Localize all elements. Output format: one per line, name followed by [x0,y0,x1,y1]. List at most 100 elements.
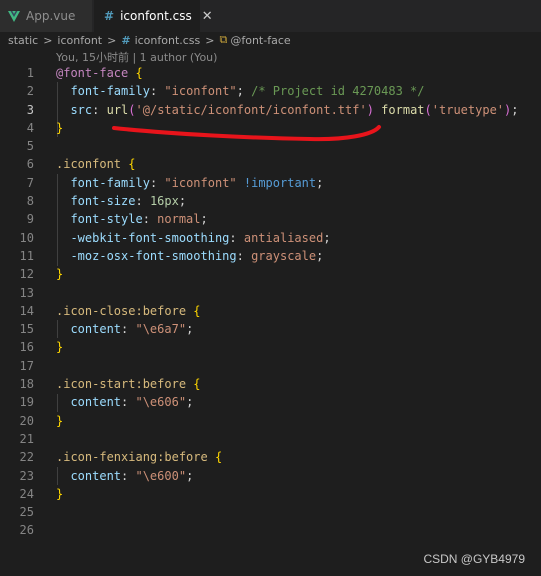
css-value: 'truetype' [431,102,505,117]
breadcrumb-separator: > [205,33,215,47]
breadcrumb: static > iconfont > # iconfont.css > ⧉ @… [0,32,541,48]
css-hash-icon: # [104,9,115,23]
line-number: 15 [19,322,34,337]
brace: { [135,66,143,80]
css-property: font-size [70,194,136,209]
line-number: 13 [19,285,34,300]
code-line: 22 .icon-fenxiang:before { [0,448,541,466]
line-number: 22 [19,450,34,465]
code-line: 7 font-family: "iconfont" !important; [0,174,541,192]
brace: } [56,267,64,282]
line-number: 5 [26,139,34,154]
tab-label: iconfont.css [120,9,192,23]
css-property: font-family [70,175,150,190]
comment: /* Project id 4270483 */ [251,84,425,99]
at-rule: @font-face [56,66,129,80]
line-number: 24 [19,486,34,501]
breadcrumb-separator: > [107,33,117,47]
line-number: 25 [19,505,34,520]
css-value: "\e6a7" [135,322,187,337]
css-property: -webkit-font-smoothing [70,230,230,245]
line-number: 7 [26,175,34,190]
vue-icon [8,10,20,22]
line-number: 18 [19,377,34,392]
code-line: 17 [0,357,541,375]
css-function: format [381,102,425,117]
line-number: 8 [26,194,34,209]
line-number: 26 [19,523,34,538]
code-editor[interactable]: 1 @font-face { 2 font-family: "iconfont";… [0,64,541,540]
code-line: 13 [0,284,541,302]
watermark: CSDN @GYB4979 [423,552,525,566]
code-line: 19 content: "\e606"; [0,393,541,411]
line-number: 17 [19,358,34,373]
code-line: 18 .icon-start:before { [0,375,541,393]
line-number: 21 [19,431,34,446]
code-line: 5 [0,137,541,155]
tab-app-vue[interactable]: App.vue [0,0,92,32]
brace: { [193,377,201,392]
code-line: 20} [0,412,541,430]
line-number: 16 [19,340,34,355]
blame-codelens[interactable]: You, 15小时前 | 1 author (You) [56,49,217,65]
code-line: 23 content: "\e600"; [0,467,541,485]
line-number: 20 [19,413,34,428]
brace: } [56,413,64,428]
line-number: 3 [26,102,34,117]
line-number: 19 [19,395,34,410]
code-line: 1 @font-face { [0,64,541,82]
css-selector: .icon-fenxiang:before [56,450,208,465]
css-value: "iconfont" [164,84,237,99]
line-number: 23 [19,468,34,483]
css-value: '@/static/iconfont/iconfont.ttf' [135,102,367,117]
css-value: "\e606" [135,395,187,410]
breadcrumb-item-static[interactable]: static [8,34,38,47]
line-number: 4 [26,120,34,135]
code-line: 15 content: "\e6a7"; [0,320,541,338]
line-number: 10 [19,230,34,245]
code-line: 21 [0,430,541,448]
css-property: -moz-osx-font-smoothing [70,248,237,263]
tab-bar: App.vue # iconfont.css ✕ [0,0,541,32]
brace: { [128,157,136,172]
line-number: 11 [19,248,34,263]
symbol-icon: ⧉ [219,33,228,46]
code-line: 12} [0,265,541,283]
css-value: normal [157,212,201,227]
css-property: content [70,395,122,410]
close-icon[interactable]: ✕ [202,9,213,24]
css-value: 16px [149,194,179,209]
css-value: "iconfont" [164,175,237,190]
css-hash-icon: # [121,33,131,47]
brace: } [56,120,64,135]
brace: { [214,450,223,465]
code-line: 10 -webkit-font-smoothing: antialiased; [0,229,541,247]
line-number: 2 [26,84,34,99]
css-property: src [70,102,93,117]
css-property: font-family [70,84,150,99]
css-value: antialiased [243,230,324,245]
css-property: content [70,468,122,483]
code-line: 2 font-family: "iconfont"; /* Project id… [0,82,541,100]
code-line: 11 -moz-osx-font-smoothing: grayscale; [0,247,541,265]
css-value: grayscale [251,248,317,263]
line-number: 1 [26,66,34,80]
css-selector: .icon-start:before [56,377,187,392]
breadcrumb-item-file[interactable]: iconfont.css [135,34,201,47]
code-line: 14 .icon-close:before { [0,302,541,320]
brace: { [193,303,201,318]
css-selector: .iconfont [56,157,122,172]
css-selector: .icon-close:before [56,303,187,318]
code-line: 16} [0,338,541,356]
breadcrumb-item-symbol[interactable]: @font-face [230,34,290,47]
css-function: url [106,102,129,117]
code-line: 25 [0,503,541,521]
code-line: 6 .iconfont { [0,155,541,173]
code-line: 4} [0,119,541,137]
line-number: 14 [19,303,34,318]
tab-label: App.vue [26,9,76,23]
tab-iconfont-css[interactable]: # iconfont.css ✕ [94,0,213,32]
code-line: 3 src: url('@/static/iconfont/iconfont.t… [0,101,541,119]
breadcrumb-item-iconfont[interactable]: iconfont [57,34,102,47]
code-line: 8 font-size: 16px; [0,192,541,210]
